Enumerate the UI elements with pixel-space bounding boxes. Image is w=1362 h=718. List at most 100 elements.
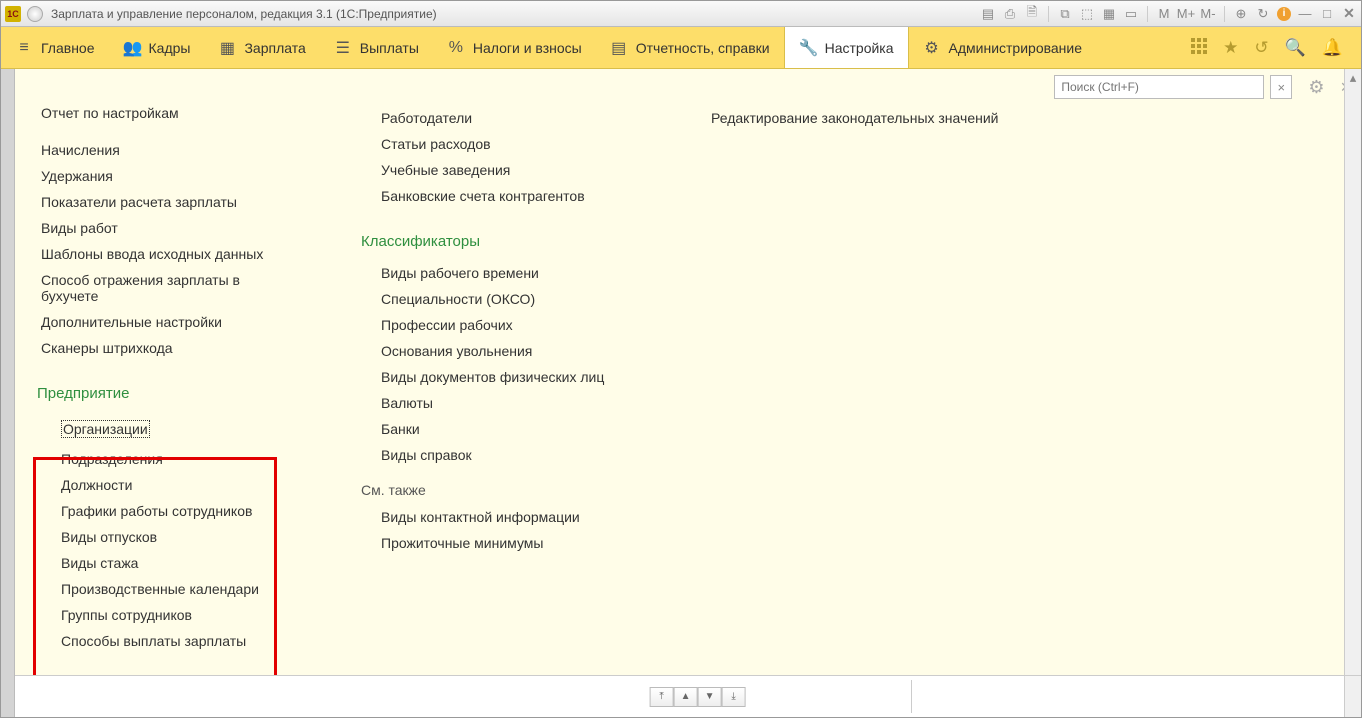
calculator-icon: ▦ [218, 38, 236, 58]
nav-reports[interactable]: ▤ Отчетность, справки [596, 27, 784, 68]
refresh-icon[interactable]: ↻ [1255, 6, 1271, 22]
link-vacation-types[interactable]: Виды отпусков [41, 524, 301, 550]
bottom-nav-buttons: ⤒ ▲ ▼ ⤓ [650, 687, 746, 707]
link-expense-items[interactable]: Статьи расходов [381, 131, 631, 157]
nav-main[interactable]: ≡ Главное [1, 27, 109, 68]
print-preview-icon[interactable]: ▤ [980, 6, 996, 22]
link-work-types[interactable]: Виды работ [41, 215, 301, 241]
nav-admin-label: Администрирование [949, 40, 1083, 56]
titlebar-icons: ▤ ⎙ 🗎 ⧉ ⬚ ▦ ▭ M M+ M- ⊕ ↻ i — □ ✕ [980, 6, 1357, 22]
search-clear-button[interactable]: × [1270, 75, 1292, 99]
link-bank-accounts[interactable]: Банковские счета контрагентов [381, 183, 631, 209]
star-icon[interactable]: ★ [1223, 38, 1238, 58]
link-edit-legislative-values[interactable]: Редактирование законодательных значений [711, 105, 1031, 131]
link-organizations[interactable]: Организации [61, 420, 150, 438]
link-living-wages[interactable]: Прожиточные минимумы [381, 530, 631, 556]
search-input[interactable] [1054, 75, 1264, 99]
people-icon: 👥 [123, 38, 141, 58]
nav-taxes[interactable]: % Налоги и взносы [433, 27, 596, 68]
report-heading[interactable]: Отчет по настройкам [41, 105, 301, 121]
bottom-scrollbar[interactable] [1344, 676, 1361, 717]
nav-admin[interactable]: ⚙ Администрирование [909, 27, 1097, 68]
link-reference-types[interactable]: Виды справок [381, 442, 631, 468]
workspace: × ⚙ × Отчет по настройкам Начисления Уде… [1, 69, 1361, 717]
link-contact-info-types[interactable]: Виды контактной информации [381, 504, 631, 530]
minimize-icon[interactable]: — [1297, 6, 1313, 22]
calc-icon[interactable]: ▦ [1101, 6, 1117, 22]
link-departments[interactable]: Подразделения [41, 446, 301, 472]
nav-salary[interactable]: ▦ Зарплата [204, 27, 319, 68]
link-deductions[interactable]: Удержания [41, 163, 301, 189]
scroll-up-button[interactable]: ▲ [674, 687, 698, 707]
apps-grid-icon[interactable] [1191, 38, 1207, 58]
maximize-icon[interactable]: □ [1319, 6, 1335, 22]
print-icon[interactable]: ⎙ [1002, 6, 1018, 22]
diagram-icon[interactable]: ⬚ [1079, 6, 1095, 22]
panel-settings-icon[interactable]: ⚙ [1308, 77, 1324, 98]
column-2: Работодатели Статьи расходов Учебные зав… [381, 105, 631, 654]
enterprise-heading: Предприятие [37, 385, 301, 402]
link-barcode-scanners[interactable]: Сканеры штрихкода [41, 335, 301, 361]
link-currencies[interactable]: Валюты [381, 390, 631, 416]
link-specialties[interactable]: Специальности (ОКСО) [381, 286, 631, 312]
nav-salary-label: Зарплата [244, 40, 305, 56]
classifiers-heading: Классификаторы [361, 233, 631, 250]
link-work-schedules[interactable]: Графики работы сотрудников [41, 498, 301, 524]
nav-hr[interactable]: 👥 Кадры [109, 27, 205, 68]
link-worker-professions[interactable]: Профессии рабочих [381, 312, 631, 338]
link-positions[interactable]: Должности [41, 472, 301, 498]
document-icon[interactable]: 🗎 [1024, 6, 1040, 22]
m-minus-icon[interactable]: M- [1200, 6, 1216, 22]
scroll-down-button[interactable]: ▼ [698, 687, 722, 707]
info-icon[interactable]: i [1277, 7, 1291, 21]
link-accounting-method[interactable]: Способ отражения зарплаты в бухучете [41, 267, 301, 309]
link-schools[interactable]: Учебные заведения [381, 157, 631, 183]
report-icon: ▤ [610, 38, 628, 58]
nav-payments-label: Выплаты [360, 40, 419, 56]
m-icon[interactable]: M [1156, 6, 1172, 22]
nav-payments[interactable]: ☰ Выплаты [320, 27, 433, 68]
link-production-calendars[interactable]: Производственные календари [41, 576, 301, 602]
link-banks[interactable]: Банки [381, 416, 631, 442]
link-salary-payment-methods[interactable]: Способы выплаты зарплаты [41, 628, 301, 654]
scroll-bottom-button[interactable]: ⤓ [722, 687, 746, 707]
copy-icon[interactable]: ⧉ [1057, 6, 1073, 22]
link-employers[interactable]: Работодатели [381, 105, 631, 131]
search-icon[interactable]: 🔍 [1285, 38, 1306, 58]
close-window-icon[interactable]: ✕ [1341, 6, 1357, 22]
see-also-heading: См. также [361, 482, 631, 498]
link-worktime-types[interactable]: Виды рабочего времени [381, 260, 631, 286]
m-plus-icon[interactable]: M+ [1178, 6, 1194, 22]
vertical-scrollbar[interactable]: ▴ [1344, 69, 1361, 675]
menu-icon: ≡ [15, 39, 33, 57]
settings-panel: × ⚙ × Отчет по настройкам Начисления Уде… [15, 69, 1361, 675]
link-templates[interactable]: Шаблоны ввода исходных данных [41, 241, 301, 267]
link-accruals[interactable]: Начисления [41, 137, 301, 163]
left-gutter [1, 69, 15, 717]
plus-circle-icon[interactable]: ⊕ [1233, 6, 1249, 22]
history-icon[interactable]: ↺ [1254, 38, 1268, 58]
link-indicators[interactable]: Показатели расчета зарплаты [41, 189, 301, 215]
link-dismissal-grounds[interactable]: Основания увольнения [381, 338, 631, 364]
column-1: Отчет по настройкам Начисления Удержания… [41, 105, 301, 654]
wallet-icon: ☰ [334, 38, 352, 58]
scroll-up-icon[interactable]: ▴ [1347, 71, 1359, 85]
nav-hr-label: Кадры [149, 40, 191, 56]
bell-icon[interactable]: 🔔 [1322, 38, 1343, 58]
nav-taxes-label: Налоги и взносы [473, 40, 582, 56]
nav-settings[interactable]: 🔧 Настройка [784, 27, 909, 68]
calendar-icon[interactable]: ▭ [1123, 6, 1139, 22]
link-employee-groups[interactable]: Группы сотрудников [41, 602, 301, 628]
percent-icon: % [447, 39, 465, 57]
wrench-icon: 🔧 [799, 38, 817, 58]
title-bar: 1C Зарплата и управление персоналом, ред… [1, 1, 1361, 27]
link-document-types[interactable]: Виды документов физических лиц [381, 364, 631, 390]
link-additional-settings[interactable]: Дополнительные настройки [41, 309, 301, 335]
column-3: Редактирование законодательных значений [711, 105, 1031, 654]
scroll-top-button[interactable]: ⤒ [650, 687, 674, 707]
content-wrap: × ⚙ × Отчет по настройкам Начисления Уде… [15, 69, 1361, 717]
bottom-separator [911, 680, 912, 713]
app-logo-icon: 1C [5, 6, 21, 22]
link-seniority-types[interactable]: Виды стажа [41, 550, 301, 576]
session-dropdown-icon[interactable] [27, 6, 43, 22]
